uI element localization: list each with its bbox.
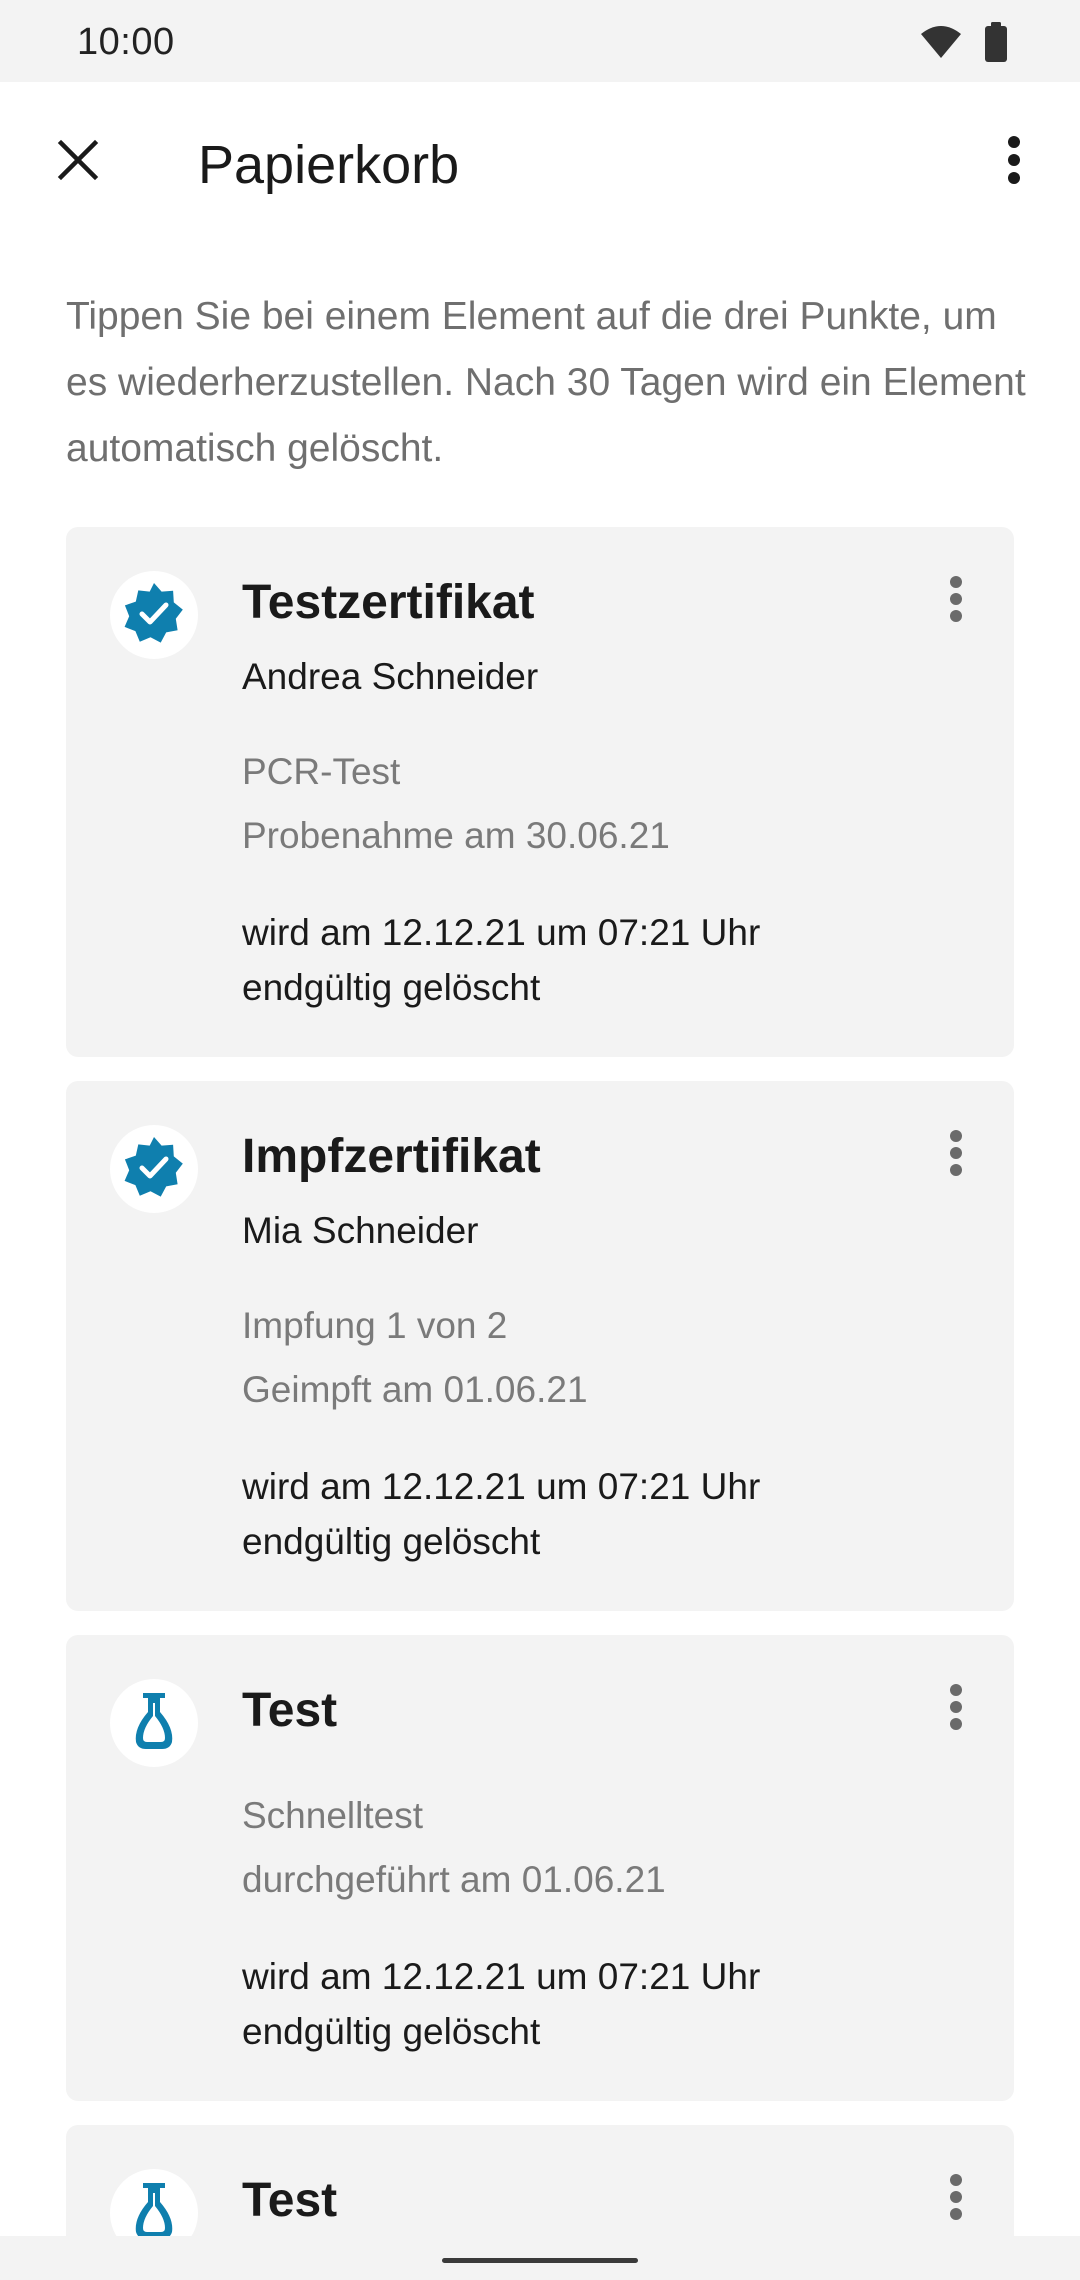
- card-menu-button[interactable]: [926, 563, 986, 639]
- card-icon-container: [110, 2169, 198, 2236]
- trash-card[interactable]: Testzertifikat Andrea Schneider PCR-Test…: [66, 527, 1014, 1057]
- battery-icon: [984, 22, 1008, 67]
- wifi-icon: [920, 24, 962, 65]
- card-detail-date: Geimpft am 01.06.21: [242, 1369, 588, 1410]
- close-button[interactable]: [40, 124, 116, 200]
- card-detail-date: durchgeführt am 01.06.21: [242, 1859, 666, 1900]
- card-menu-button[interactable]: [926, 1671, 986, 1747]
- flask-icon: [130, 2180, 178, 2236]
- card-detail-type: Schnelltest: [242, 1795, 423, 1836]
- deletion-date-line: wird am 12.12.21 um 07:21 Uhr: [242, 912, 761, 953]
- more-vert-icon: [1007, 135, 1021, 190]
- card-detail-type: PCR-Test: [242, 751, 401, 792]
- flask-icon: [130, 1690, 178, 1757]
- card-person-name: Mia Schneider: [242, 1210, 479, 1251]
- card-title: Testzertifikat: [242, 576, 535, 629]
- more-vert-icon: [949, 2173, 963, 2226]
- status-bar: 10:00: [0, 0, 1080, 82]
- status-icons: [920, 22, 1008, 67]
- verified-badge-icon: [123, 1136, 185, 1203]
- trash-card[interactable]: Test Schnelltest durchgeführt am 01.06.2…: [66, 1635, 1014, 2101]
- status-time: 10:00: [77, 21, 175, 63]
- overflow-menu-button[interactable]: [976, 124, 1052, 200]
- verified-badge-icon: [123, 582, 185, 649]
- card-person-name: Andrea Schneider: [242, 656, 539, 697]
- deletion-date-line: wird am 12.12.21 um 07:21 Uhr: [242, 1466, 761, 1507]
- card-deletion-info: wird am 12.12.21 um 07:21 Uhr endgültig …: [242, 1949, 942, 2059]
- deletion-status-line: endgültig gelöscht: [242, 1521, 541, 1562]
- card-icon-container: [110, 571, 198, 659]
- deletion-status-line: endgültig gelöscht: [242, 2011, 541, 2052]
- app-bar: Papierkorb: [0, 82, 1080, 242]
- card-deletion-info: wird am 12.12.21 um 07:21 Uhr endgültig …: [242, 1459, 942, 1569]
- intro-text: Tippen Sie bei einem Element auf die dre…: [66, 295, 1026, 470]
- card-title: Test: [242, 1684, 338, 1737]
- deletion-status-line: endgültig gelöscht: [242, 967, 541, 1008]
- trash-card[interactable]: Test: [66, 2125, 1014, 2236]
- card-title: Impfzertifikat: [242, 1130, 541, 1183]
- card-detail-type: Impfung 1 von 2: [242, 1305, 508, 1346]
- card-icon-container: [110, 1679, 198, 1767]
- card-icon-container: [110, 1125, 198, 1213]
- card-detail-date: Probenahme am 30.06.21: [242, 815, 670, 856]
- card-title: Test: [242, 2174, 338, 2227]
- more-vert-icon: [949, 575, 963, 628]
- home-gesture-handle[interactable]: [442, 2258, 638, 2263]
- card-menu-button[interactable]: [926, 2161, 986, 2236]
- card-menu-button[interactable]: [926, 1117, 986, 1193]
- page-title: Papierkorb: [198, 135, 460, 195]
- close-icon: [57, 139, 99, 186]
- deletion-date-line: wird am 12.12.21 um 07:21 Uhr: [242, 1956, 761, 1997]
- more-vert-icon: [949, 1129, 963, 1182]
- card-deletion-info: wird am 12.12.21 um 07:21 Uhr endgültig …: [242, 905, 942, 1015]
- navigation-bar: [0, 2236, 1080, 2280]
- more-vert-icon: [949, 1683, 963, 1736]
- trash-card[interactable]: Impfzertifikat Mia Schneider Impfung 1 v…: [66, 1081, 1014, 1611]
